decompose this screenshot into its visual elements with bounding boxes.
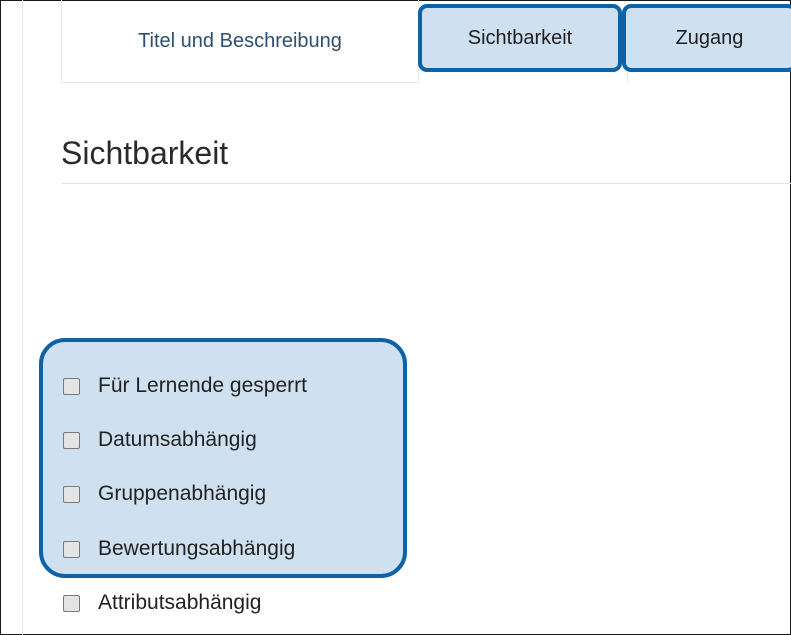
tab-zugang[interactable]: Zugang <box>622 4 791 72</box>
tab-titel-und-beschreibung[interactable]: Titel und Beschreibung <box>61 0 419 83</box>
tab-label: Zugang <box>675 26 744 49</box>
checkbox[interactable] <box>63 431 80 449</box>
option-label: Bewertungsabhängig <box>98 537 296 560</box>
option-datumsabhaengig[interactable]: Datumsabhängig <box>63 428 257 452</box>
option-gruppenabhaengig[interactable]: Gruppenabhängig <box>63 482 266 506</box>
option-label: Datumsabhängig <box>98 428 257 451</box>
option-label: Attributsabhängig <box>98 591 262 614</box>
checkbox[interactable] <box>63 485 80 503</box>
checkbox[interactable] <box>63 540 80 558</box>
option-fuer-lernende-gesperrt[interactable]: Für Lernende gesperrt <box>63 374 307 398</box>
page: Titel und Beschreibung Sichtbarkeit Zuga… <box>22 0 791 635</box>
tab-divider <box>627 72 791 82</box>
tab-label: Titel und Beschreibung <box>138 29 342 52</box>
option-bewertungsabhaengig[interactable]: Bewertungsabhängig <box>63 537 295 561</box>
section-title: Sichtbarkeit <box>61 135 229 171</box>
checkbox[interactable] <box>63 377 80 395</box>
tab-bar: Titel und Beschreibung Sichtbarkeit Zuga… <box>23 0 791 83</box>
section-divider <box>61 183 791 184</box>
tab-label: Sichtbarkeit <box>467 26 573 49</box>
option-label: Gruppenabhängig <box>98 482 267 505</box>
checkbox[interactable] <box>63 594 80 612</box>
tab-sichtbarkeit[interactable]: Sichtbarkeit <box>418 4 622 72</box>
option-label: Für Lernende gesperrt <box>98 374 307 397</box>
option-attributsabhaengig[interactable]: Attributsabhängig <box>63 591 261 615</box>
